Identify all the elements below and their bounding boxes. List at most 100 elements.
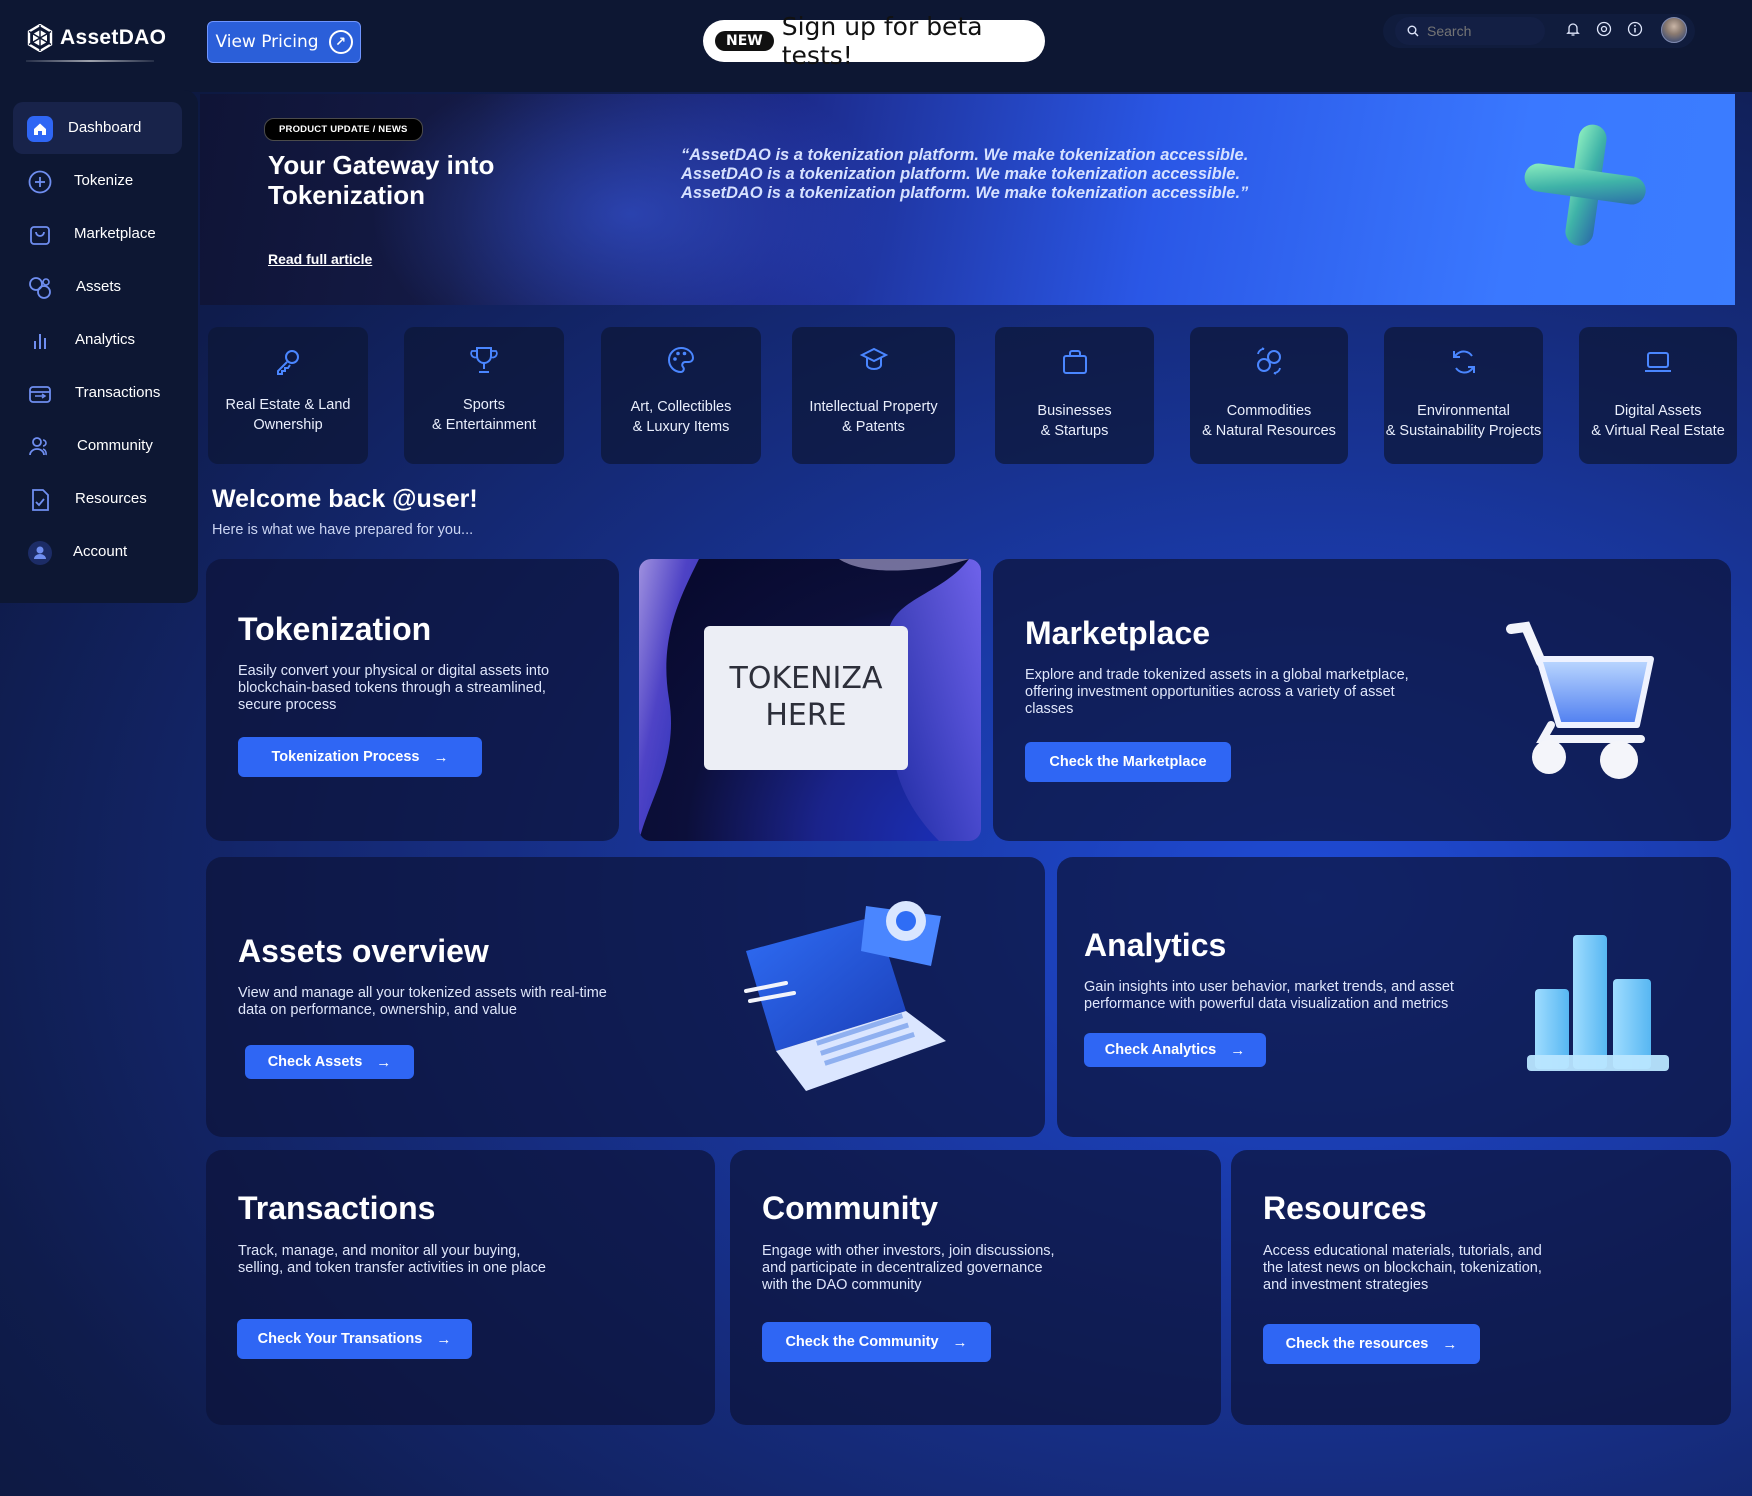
category-environmental[interactable]: Environmental & Sustainability Projects (1384, 327, 1543, 464)
check-analytics-button[interactable]: Check Analytics → (1084, 1033, 1266, 1067)
tokenize-here-label: TOKENIZA HERE (704, 626, 908, 770)
arrow-right-icon: → (436, 1330, 452, 1348)
arrow-right-icon: → (433, 748, 449, 766)
welcome-title: Welcome back @user! (212, 485, 478, 513)
arrow-right-icon: → (376, 1053, 392, 1071)
logo-underline (26, 60, 154, 62)
sidebar-item-label: Assets (76, 278, 122, 295)
plus-circle-icon (28, 170, 52, 194)
hero-banner: PRODUCT UPDATE / NEWS Your Gateway into … (200, 94, 1735, 305)
bell-icon[interactable] (1565, 21, 1581, 37)
category-art[interactable]: Art, Collectibles & Luxury Items (601, 327, 761, 464)
tokenization-process-button[interactable]: Tokenization Process → (238, 737, 482, 777)
card-description: Easily convert your physical or digital … (238, 663, 550, 713)
sidebar-item-account[interactable]: Account (13, 526, 182, 578)
check-marketplace-button[interactable]: Check the Marketplace (1025, 742, 1231, 782)
card-title: Community (762, 1190, 938, 1226)
briefcase-icon (1062, 350, 1087, 374)
sidebar-item-tokenize[interactable]: Tokenize (13, 155, 182, 207)
sidebar-item-label: Community (77, 437, 153, 454)
logo[interactable]: AssetDAO (26, 24, 166, 52)
check-transactions-button[interactable]: Check Your Transations → (237, 1319, 472, 1359)
card-description: Explore and trade tokenized assets in a … (1025, 667, 1409, 717)
sidebar: Dashboard Tokenize Marketplace Assets An… (0, 90, 198, 603)
category-label: Businesses & Startups (1037, 403, 1112, 439)
home-icon (27, 116, 53, 142)
assets-overview-card: Assets overview View and manage all your… (206, 857, 1045, 1137)
check-assets-button[interactable]: Check Assets → (245, 1045, 414, 1079)
plus-3d-icon (1524, 124, 1646, 246)
check-resources-button[interactable]: Check the resources → (1263, 1324, 1480, 1364)
category-sports[interactable]: Sports & Entertainment (404, 327, 564, 464)
sidebar-item-label: Account (73, 543, 128, 560)
sidebar-item-marketplace[interactable]: Marketplace (13, 208, 182, 260)
sidebar-item-label: Resources (75, 490, 147, 507)
category-label: Digital Assets & Virtual Real Estate (1591, 403, 1725, 439)
sidebar-item-label: Dashboard (68, 119, 142, 136)
sidebar-item-assets[interactable]: Assets (13, 261, 182, 313)
new-badge: NEW (715, 31, 774, 51)
button-label: Check Your Transations (257, 1331, 423, 1347)
card-title: Assets overview (238, 933, 489, 969)
card-description: Access educational materials, tutorials,… (1263, 1243, 1542, 1293)
shopping-bag-icon (30, 226, 50, 245)
button-label: Check Analytics (1104, 1042, 1217, 1058)
beta-signup-banner[interactable]: NEW Sign up for beta tests! (703, 12, 1045, 70)
button-label: Check the Marketplace (1049, 754, 1207, 770)
resources-card: Resources Access educational materials, … (1231, 1150, 1731, 1425)
category-businesses[interactable]: Businesses & Startups (995, 327, 1154, 464)
card-description: Engage with other investors, join discus… (762, 1243, 1055, 1293)
help-icon[interactable] (1596, 21, 1612, 37)
shopping-cart-3d-icon (1506, 621, 1654, 779)
analytics-card: Analytics Gain insights into user behavi… (1057, 857, 1731, 1137)
welcome-subtitle: Here is what we have prepared for you... (212, 522, 474, 538)
assets-icon (29, 277, 51, 299)
graduation-cap-icon (859, 347, 888, 370)
sidebar-item-label: Transactions (75, 384, 161, 401)
marketplace-card: Marketplace Explore and trade tokenized … (993, 559, 1731, 841)
header-tools (1383, 14, 1695, 48)
user-icon (28, 541, 52, 565)
arrow-right-icon: → (952, 1333, 968, 1351)
app-name: AssetDAO (60, 26, 167, 49)
card-title: Tokenization (238, 611, 432, 647)
trophy-icon (470, 347, 498, 373)
laptop-icon (1645, 352, 1671, 372)
hero-title: Your Gateway into Tokenization (268, 150, 495, 210)
category-label: Sports & Entertainment (432, 397, 536, 433)
bar-chart-3d-illustration (1527, 935, 1669, 1071)
category-digital-assets[interactable]: Digital Assets & Virtual Real Estate (1579, 327, 1737, 464)
button-label: Check Assets (267, 1054, 363, 1070)
laptop-3d-illustration (744, 901, 946, 1091)
view-pricing-button[interactable]: View Pricing ↗ (207, 21, 361, 63)
arrow-up-right-icon: ↗ (328, 30, 353, 54)
hero-quote: “AssetDAO is a tokenization platform. We… (681, 146, 1249, 202)
check-community-button[interactable]: Check the Community → (762, 1322, 991, 1362)
sidebar-item-label: Analytics (75, 331, 136, 348)
sidebar-item-transactions[interactable]: Transactions (13, 367, 182, 419)
recycle-icon (1452, 350, 1475, 374)
bar-chart-icon (34, 334, 46, 349)
sidebar-item-analytics[interactable]: Analytics (13, 314, 182, 366)
exchange-icon (1257, 347, 1281, 375)
sidebar-item-resources[interactable]: Resources (13, 473, 182, 525)
sidebar-item-label: Marketplace (74, 225, 156, 242)
sidebar-item-label: Tokenize (74, 172, 134, 189)
news-badge: PRODUCT UPDATE / NEWS (264, 118, 423, 141)
card-title: Transactions (238, 1190, 436, 1226)
category-intellectual-property[interactable]: Intellectual Property & Patents (792, 327, 955, 464)
community-card: Community Engage with other investors, j… (730, 1150, 1221, 1425)
avatar[interactable] (1661, 17, 1687, 43)
card-title: Resources (1263, 1190, 1427, 1226)
beta-signup-text: Sign up for beta tests! (781, 12, 983, 70)
category-label: Environmental & Sustainability Projects (1385, 403, 1542, 439)
card-description: Gain insights into user behavior, market… (1084, 979, 1454, 1012)
category-label: Art, Collectibles & Luxury Items (630, 399, 732, 435)
read-article-link[interactable]: Read full article (268, 251, 372, 267)
category-real-estate[interactable]: Real Estate & Land Ownership (208, 327, 368, 464)
users-icon (29, 437, 47, 456)
category-commodities[interactable]: Commodities & Natural Resources (1190, 327, 1348, 464)
sidebar-item-community[interactable]: Community (13, 420, 182, 472)
info-icon[interactable] (1627, 21, 1643, 37)
sidebar-item-dashboard[interactable]: Dashboard (13, 102, 182, 154)
